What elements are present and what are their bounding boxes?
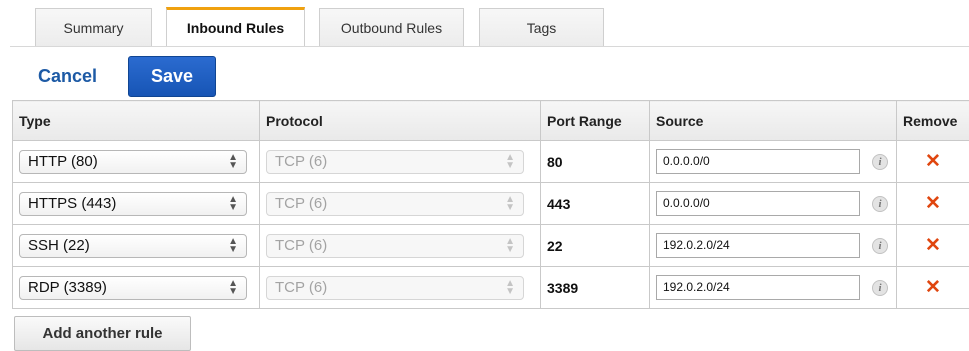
cancel-button[interactable]: Cancel — [38, 64, 97, 88]
remove-x-icon[interactable]: ✕ — [925, 277, 941, 298]
type-select-value: HTTP (80) — [28, 153, 98, 170]
type-select-value: SSH (22) — [28, 237, 90, 254]
select-arrows-icon: ▲ ▼ — [505, 151, 515, 171]
type-select-value: RDP (3389) — [28, 279, 107, 296]
tab-inbound-rules[interactable]: Inbound Rules — [166, 7, 305, 47]
select-arrows-icon: ▲ ▼ — [505, 235, 515, 255]
protocol-select: TCP (6) ▲ ▼ — [266, 191, 524, 216]
remove-cell: ✕ — [896, 140, 969, 183]
header-port-range: Port Range — [540, 100, 650, 141]
protocol-select: TCP (6) ▲ ▼ — [266, 233, 524, 258]
header-type: Type — [12, 100, 260, 141]
header-source: Source — [649, 100, 897, 141]
table-row: HTTP (80) ▲ ▼ TCP (6) ▲ ▼ 80 0.0.0.0/0 i ✕ — [12, 140, 969, 183]
protocol-select-value: TCP (6) — [275, 153, 328, 170]
port-range-value: 22 — [547, 237, 563, 254]
info-icon[interactable]: i — [872, 195, 888, 212]
port-range-cell: 80 — [540, 140, 650, 183]
source-cell: 0.0.0.0/0 i — [649, 140, 897, 183]
header-remove: Remove — [896, 100, 969, 141]
remove-cell: ✕ — [896, 266, 969, 309]
source-cell: 0.0.0.0/0 i — [649, 182, 897, 225]
source-cell: 192.0.2.0/24 i — [649, 224, 897, 267]
select-arrows-icon: ▲ ▼ — [228, 151, 238, 171]
remove-cell: ✕ — [896, 182, 969, 225]
source-cell: 192.0.2.0/24 i — [649, 266, 897, 309]
port-range-cell: 22 — [540, 224, 650, 267]
tab-tags[interactable]: Tags — [479, 8, 604, 47]
tab-bar: Summary Inbound Rules Outbound Rules Tag… — [0, 0, 969, 47]
table-row: HTTPS (443) ▲ ▼ TCP (6) ▲ ▼ 443 0.0.0.0/0 … — [12, 182, 969, 225]
tab-divider — [10, 46, 969, 47]
port-range-value: 443 — [547, 195, 571, 212]
protocol-select: TCP (6) ▲ ▼ — [266, 149, 524, 174]
protocol-select-value: TCP (6) — [275, 195, 328, 212]
type-select[interactable]: HTTP (80) ▲ ▼ — [19, 149, 247, 174]
protocol-cell: TCP (6) ▲ ▼ — [259, 266, 541, 309]
remove-x-icon[interactable]: ✕ — [925, 151, 941, 172]
protocol-select: TCP (6) ▲ ▼ — [266, 275, 524, 300]
select-arrows-icon: ▲ ▼ — [505, 193, 515, 213]
select-arrows-icon: ▲ ▼ — [228, 277, 238, 297]
protocol-cell: TCP (6) ▲ ▼ — [259, 140, 541, 183]
table-header-row: Type Protocol Port Range Source Remove — [12, 100, 969, 141]
table-row: SSH (22) ▲ ▼ TCP (6) ▲ ▼ 22 192.0.2.0/24 i… — [12, 224, 969, 267]
type-select-value: HTTPS (443) — [28, 195, 117, 212]
source-input[interactable]: 0.0.0.0/0 — [656, 149, 860, 174]
type-cell: SSH (22) ▲ ▼ — [12, 224, 260, 267]
type-cell: HTTP (80) ▲ ▼ — [12, 140, 260, 183]
tab-summary[interactable]: Summary — [35, 8, 152, 47]
protocol-cell: TCP (6) ▲ ▼ — [259, 182, 541, 225]
type-select[interactable]: RDP (3389) ▲ ▼ — [19, 275, 247, 300]
select-arrows-icon: ▲ ▼ — [505, 277, 515, 297]
protocol-select-value: TCP (6) — [275, 279, 328, 296]
port-range-cell: 443 — [540, 182, 650, 225]
info-icon[interactable]: i — [872, 153, 888, 170]
info-icon[interactable]: i — [872, 279, 888, 296]
header-protocol: Protocol — [259, 100, 541, 141]
source-input[interactable]: 0.0.0.0/0 — [656, 191, 860, 216]
remove-x-icon[interactable]: ✕ — [925, 193, 941, 214]
tab-outbound-rules[interactable]: Outbound Rules — [319, 8, 464, 47]
select-arrows-icon: ▲ ▼ — [228, 193, 238, 213]
type-select[interactable]: HTTPS (443) ▲ ▼ — [19, 191, 247, 216]
select-arrows-icon: ▲ ▼ — [228, 235, 238, 255]
add-another-rule-button[interactable]: Add another rule — [14, 316, 191, 351]
info-icon[interactable]: i — [872, 237, 888, 254]
type-select[interactable]: SSH (22) ▲ ▼ — [19, 233, 247, 258]
inbound-rules-table: Type Protocol Port Range Source Remove H… — [12, 100, 969, 309]
port-range-value: 80 — [547, 153, 563, 170]
type-cell: RDP (3389) ▲ ▼ — [12, 266, 260, 309]
port-range-value: 3389 — [547, 279, 579, 296]
type-cell: HTTPS (443) ▲ ▼ — [12, 182, 260, 225]
save-button[interactable]: Save — [128, 56, 216, 97]
remove-cell: ✕ — [896, 224, 969, 267]
port-range-cell: 3389 — [540, 266, 650, 309]
remove-x-icon[interactable]: ✕ — [925, 235, 941, 256]
protocol-cell: TCP (6) ▲ ▼ — [259, 224, 541, 267]
source-input[interactable]: 192.0.2.0/24 — [656, 233, 860, 258]
source-input[interactable]: 192.0.2.0/24 — [656, 275, 860, 300]
protocol-select-value: TCP (6) — [275, 237, 328, 254]
table-row: RDP (3389) ▲ ▼ TCP (6) ▲ ▼ 3389 192.0.2.0/… — [12, 266, 969, 309]
